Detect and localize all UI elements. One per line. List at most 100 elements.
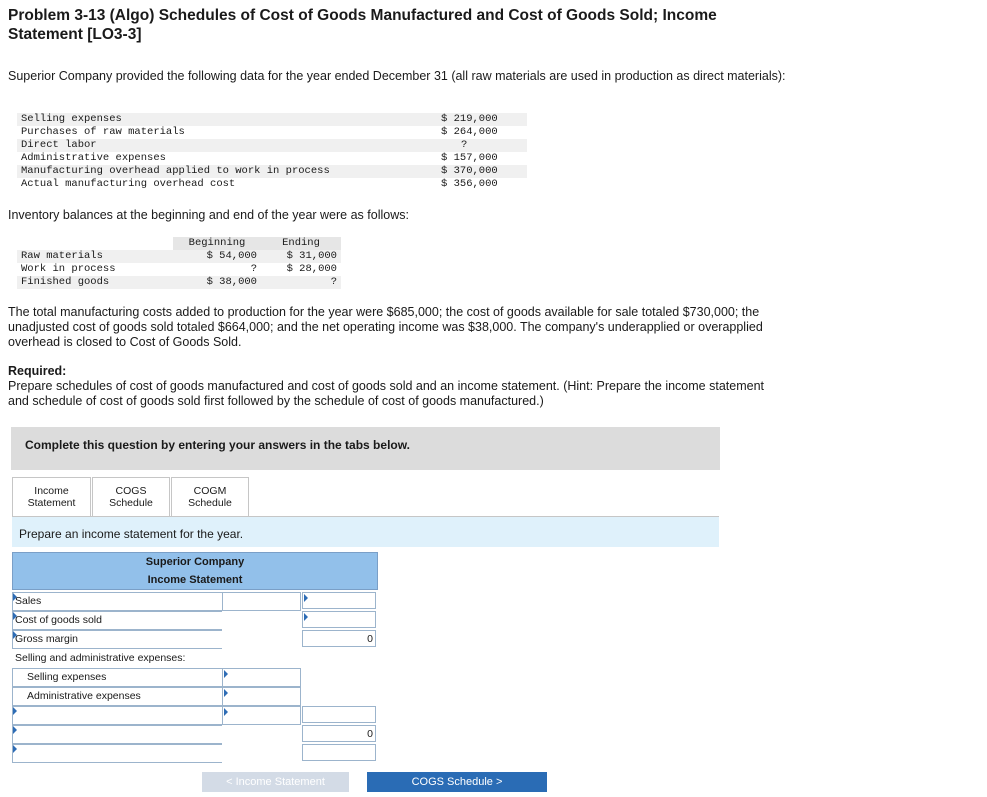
table-row: Purchases of raw materials $ 264,000 — [17, 126, 527, 139]
dropdown-marker-icon — [13, 631, 17, 639]
dropdown-marker-icon — [13, 612, 17, 620]
statement-row-sga: Selling and administrative expenses: — [12, 649, 378, 668]
row-label: Administrative expenses — [21, 152, 166, 164]
row-label: Purchases of raw materials — [21, 126, 185, 138]
statement-row-selling: Selling expenses — [12, 668, 378, 687]
row-label: Administrative expenses — [27, 690, 141, 702]
instruction-bar: Complete this question by entering your … — [11, 427, 720, 470]
instruction-text: Complete this question by entering your … — [25, 438, 410, 452]
table-row: Work in process ? $ 28,000 — [17, 263, 341, 276]
company-name: Superior Company — [145, 556, 245, 568]
right-cell — [302, 668, 376, 685]
row-label: Finished goods — [17, 276, 173, 289]
row-value: $ 370,000 — [437, 165, 527, 178]
table-row: Direct labor? — [17, 139, 527, 152]
tab-label: COGS — [115, 485, 147, 497]
required-title: Required: — [8, 364, 67, 378]
right-input[interactable] — [302, 706, 376, 723]
label-input[interactable] — [12, 706, 223, 725]
label-input[interactable]: Administrative expenses — [12, 687, 223, 706]
mid-input[interactable] — [222, 706, 301, 725]
row-label: Sales — [15, 595, 42, 607]
statement-row-sales: Sales — [12, 592, 378, 611]
table-row: Raw materials $ 54,000 $ 31,000 — [17, 250, 341, 263]
tab-label: Income — [34, 485, 69, 497]
row-beginning: ? — [250, 263, 257, 275]
right-cell — [302, 687, 376, 704]
mid-input[interactable] — [222, 592, 301, 611]
header-blank — [17, 237, 173, 250]
row-label: Manufacturing overhead applied to work i… — [17, 165, 437, 178]
total-cell: 0 — [302, 725, 376, 742]
input-marker-icon — [224, 689, 228, 697]
col-beginning: Beginning — [173, 237, 261, 250]
row-label: Actual manufacturing overhead cost — [21, 178, 236, 190]
row-label: Selling expenses — [27, 671, 107, 683]
row-value: $ 264,000 — [441, 126, 498, 138]
label-input[interactable] — [12, 744, 223, 763]
statement-row-admin: Administrative expenses — [12, 687, 378, 706]
row-label: Direct labor — [17, 139, 437, 152]
prep-bar: Prepare an income statement for the year… — [12, 516, 719, 547]
inventory-heading: Inventory balances at the beginning and … — [8, 208, 409, 222]
statement-row-blank-2: 0 — [12, 725, 378, 744]
tab-cogs-schedule[interactable]: COGS Schedule — [92, 477, 170, 517]
row-beginning: $ 38,000 — [173, 276, 261, 289]
dropdown-marker-icon — [13, 726, 17, 734]
row-label: Gross margin — [15, 633, 79, 645]
label-input[interactable] — [12, 725, 223, 744]
row-value: ? — [437, 139, 527, 152]
next-tab-button[interactable]: COGS Schedule > — [367, 772, 547, 792]
table-header-row: Beginning Ending — [17, 237, 341, 250]
dropdown-marker-icon — [13, 745, 17, 753]
gross-margin-total: 0 — [302, 630, 376, 647]
intro-text: Superior Company provided the following … — [8, 69, 786, 83]
col-ending: Ending — [261, 237, 341, 250]
row-label: Selling and administrative expenses: — [15, 652, 186, 664]
income-statement-form: Superior Company Income Statement Sales … — [12, 552, 378, 763]
right-value: 0 — [367, 633, 373, 645]
row-label: Work in process — [21, 263, 116, 275]
statement-name: Income Statement — [147, 574, 243, 586]
dropdown-marker-icon — [13, 593, 17, 601]
table-row: Selling expenses $ 219,000 — [17, 113, 527, 126]
right-input[interactable] — [302, 611, 376, 628]
mid-input[interactable] — [222, 668, 301, 687]
row-value: $ 157,000 — [441, 152, 498, 164]
input-marker-icon — [224, 670, 228, 678]
row-ending: ? — [261, 276, 341, 289]
mid-input[interactable] — [222, 687, 301, 706]
tab-cogm-schedule[interactable]: COGM Schedule — [171, 477, 249, 517]
statement-row-blank-1 — [12, 706, 378, 725]
statement-row-cogs: Cost of goods sold — [12, 611, 378, 630]
table-row: Manufacturing overhead applied to work i… — [17, 165, 527, 178]
problem-title: Problem 3-13 (Algo) Schedules of Cost of… — [8, 7, 717, 43]
label-input[interactable]: Selling expenses — [12, 668, 223, 687]
data-table: Selling expenses $ 219,000 Purchases of r… — [17, 113, 527, 191]
statement-row-blank-3 — [12, 744, 378, 763]
statement-row-gross-margin: Gross margin 0 — [12, 630, 378, 649]
right-input[interactable] — [302, 744, 376, 761]
input-marker-icon — [304, 613, 308, 621]
label-static: Selling and administrative expenses: — [12, 649, 276, 668]
row-beginning: $ 54,000 — [173, 250, 261, 263]
right-input[interactable] — [302, 592, 376, 609]
row-value: $ 356,000 — [441, 178, 498, 190]
table-row: Actual manufacturing overhead cost $ 356,… — [17, 178, 527, 191]
row-label: Raw materials — [17, 250, 173, 263]
mid-cell — [222, 725, 301, 744]
prep-text: Prepare an income statement for the year… — [19, 527, 244, 541]
mid-cell — [222, 744, 301, 763]
input-marker-icon — [224, 708, 228, 716]
prev-tab-button[interactable]: < Income Statement — [202, 772, 349, 792]
table-row: Finished goods $ 38,000 ? — [17, 276, 341, 289]
table-row: Administrative expenses $ 157,000 — [17, 152, 527, 165]
label-input[interactable]: Gross margin — [12, 630, 223, 649]
mid-cell — [222, 630, 301, 649]
label-input[interactable]: Cost of goods sold — [12, 611, 223, 630]
row-ending: $ 28,000 — [286, 263, 337, 275]
required-text: Prepare schedules of cost of goods manuf… — [8, 379, 764, 408]
tab-income-statement[interactable]: Income Statement — [12, 477, 91, 517]
label-input[interactable]: Sales — [12, 592, 223, 611]
right-value: 0 — [367, 728, 373, 740]
